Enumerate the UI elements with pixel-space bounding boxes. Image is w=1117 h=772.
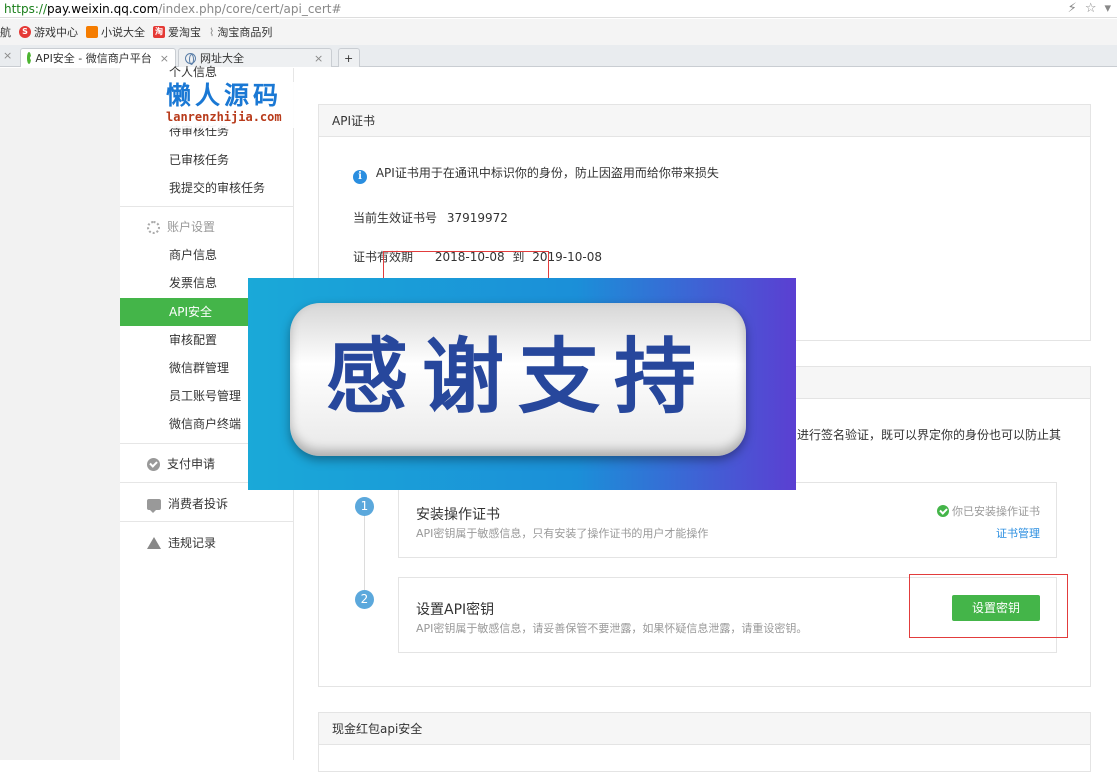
step-number: 2 bbox=[355, 590, 374, 609]
bookmark-item[interactable]: ⌇ 淘宝商品列 bbox=[209, 24, 272, 40]
bookmark-item[interactable]: 小说大全 bbox=[86, 24, 145, 40]
info-icon: i bbox=[353, 170, 367, 184]
serial-value: 37919972 bbox=[446, 211, 508, 225]
close-icon[interactable]: × bbox=[314, 52, 323, 65]
banner-pill: 感谢支持 bbox=[290, 303, 746, 456]
plus-icon: + bbox=[344, 51, 354, 65]
cert-installed-status: 你已安装操作证书 bbox=[936, 503, 1040, 519]
game-center-icon: S bbox=[19, 26, 31, 38]
bookmark-label: 小说大全 bbox=[101, 26, 145, 39]
panel-title: API证书 bbox=[319, 105, 1090, 137]
lightning-icon[interactable]: ⚡ bbox=[1068, 1, 1077, 16]
cert-management-link[interactable]: 证书管理 bbox=[996, 525, 1040, 541]
page: 个人信息 待审核任务 已审核任务 我提交的审核任务 账户设置 商户信息 发票信息… bbox=[0, 65, 1117, 772]
chat-icon bbox=[147, 498, 161, 513]
panel-title: 现金红包api安全 bbox=[319, 713, 1090, 745]
divider bbox=[120, 521, 294, 522]
step-description: API密钥属于敏感信息，只有安装了操作证书的用户才能操作 bbox=[416, 527, 709, 540]
bookmark-label: 游戏中心 bbox=[34, 26, 78, 39]
url-text[interactable]: https://pay.weixin.qq.com/index.php/core… bbox=[0, 2, 342, 16]
gear-icon bbox=[147, 220, 160, 234]
group-label: 违规记录 bbox=[168, 536, 217, 550]
group-label: 支付申请 bbox=[167, 457, 216, 471]
chevron-down-icon[interactable]: ▾ bbox=[1104, 1, 1111, 16]
payment-icon bbox=[147, 457, 160, 471]
bookmark-item[interactable]: S 游戏中心 bbox=[19, 24, 78, 40]
watermark-logo: 懒人源码 lanrenzhijia.com bbox=[166, 82, 306, 128]
sidebar-item-my-submitted-tasks[interactable]: 我提交的审核任务 bbox=[120, 174, 294, 202]
sidebar-item-consumer-complaints[interactable]: 消费者投诉 bbox=[120, 490, 294, 518]
notice-text: API证书用于在通讯中标识你的身份，防止因盗用而给你带来损失 bbox=[375, 166, 719, 180]
warning-icon bbox=[147, 537, 161, 549]
url-host: pay.weixin.qq.com bbox=[47, 1, 159, 16]
redpack-panel: 现金红包api安全 bbox=[318, 712, 1091, 772]
serial-label: 当前生效证书号 bbox=[353, 211, 438, 225]
step-install-cert: 安装操作证书 API密钥属于敏感信息，只有安装了操作证书的用户才能操作 你已安装… bbox=[398, 482, 1057, 558]
star-icon[interactable]: ☆ bbox=[1085, 1, 1097, 16]
novel-icon bbox=[86, 26, 98, 38]
left-gutter bbox=[0, 68, 120, 760]
step-title: 安装操作证书 bbox=[416, 507, 500, 523]
sidebar-item-reviewed-tasks[interactable]: 已审核任务 bbox=[120, 146, 294, 174]
address-bar[interactable]: https://pay.weixin.qq.com/index.php/core… bbox=[0, 0, 1117, 18]
group-label: 账户设置 bbox=[167, 220, 216, 234]
check-circle-icon bbox=[936, 505, 949, 517]
bookmark-label: 爱淘宝 bbox=[168, 26, 201, 39]
sidebar-group-account-settings[interactable]: 账户设置 bbox=[120, 213, 294, 241]
step-number: 1 bbox=[355, 497, 374, 516]
url-path: /index.php/core/cert/api_cert# bbox=[158, 1, 342, 16]
bookmark-label: 航 bbox=[0, 26, 11, 39]
sidebar-item-violation-records[interactable]: 违规记录 bbox=[120, 529, 294, 557]
thanks-banner: 感谢支持 bbox=[248, 278, 796, 490]
status-text: 你已安装操作证书 bbox=[952, 505, 1040, 518]
banner-text: 感谢支持 bbox=[325, 330, 710, 425]
url-scheme: https:// bbox=[4, 1, 48, 16]
key-description: 进行签名验证，既可以界定你的身份也可以防止其 bbox=[797, 428, 1062, 442]
divider bbox=[120, 206, 294, 207]
step-description: API密钥属于敏感信息，请妥善保管不要泄露，如果怀疑信息泄露，请重设密钥。 bbox=[416, 622, 808, 635]
new-tab-button[interactable]: + bbox=[338, 48, 360, 67]
watermark-title: 懒人源码 bbox=[166, 81, 283, 110]
step-title: 设置API密钥 bbox=[416, 602, 495, 618]
watermark-subtitle: lanrenzhijia.com bbox=[166, 110, 282, 124]
cert-notice: i API证书用于在通讯中标识你的身份，防止因盗用而给你带来损失 bbox=[353, 164, 719, 184]
highlight-box bbox=[909, 574, 1068, 638]
taobao-icon: 淘 bbox=[153, 26, 165, 38]
cert-serial: 当前生效证书号 37919972 bbox=[353, 209, 508, 226]
bookmark-item[interactable]: 淘爱淘宝 bbox=[153, 24, 201, 40]
taobao-list-icon: ⌇ bbox=[209, 25, 215, 39]
sidebar-item-merchant-info[interactable]: 商户信息 bbox=[120, 241, 294, 269]
bookmarks-bar: 航 S 游戏中心 小说大全 淘爱淘宝 ⌇ 淘宝商品列 bbox=[0, 19, 1117, 45]
tab-close-icon[interactable]: × bbox=[3, 49, 12, 62]
wechat-icon bbox=[27, 52, 37, 64]
bookmark-item[interactable]: 航 bbox=[0, 24, 11, 40]
bookmark-label: 淘宝商品列 bbox=[217, 26, 273, 39]
group-label: 消费者投诉 bbox=[168, 497, 229, 511]
